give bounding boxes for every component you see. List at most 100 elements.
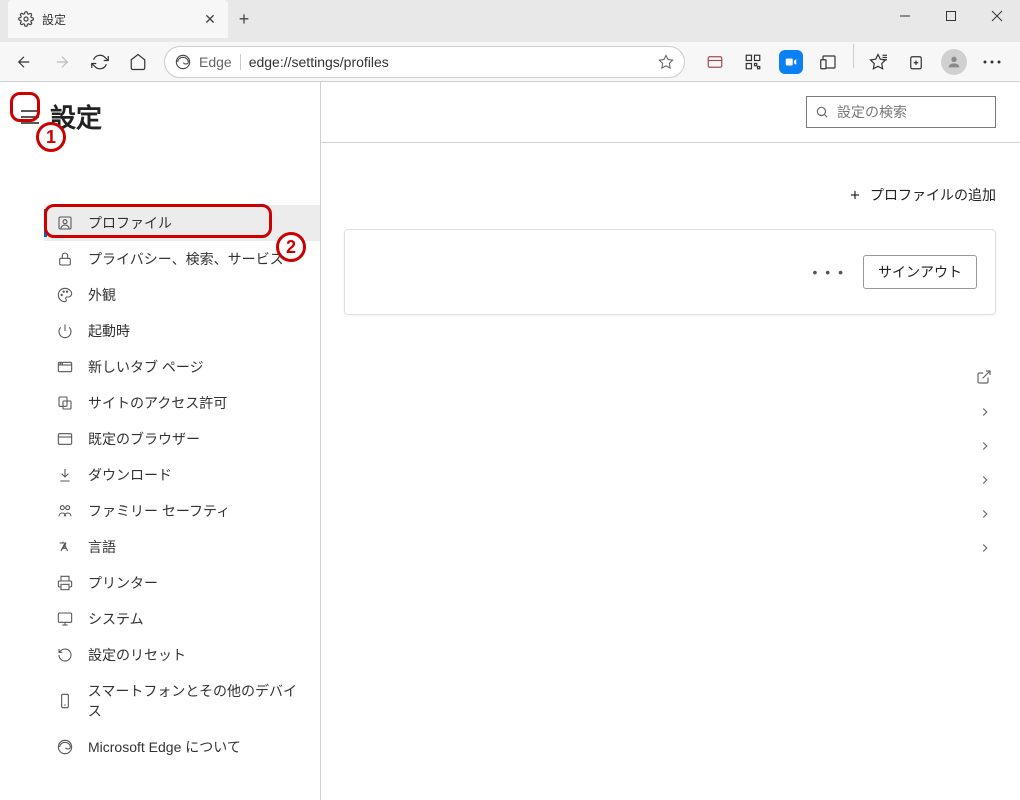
nav-label: サイトのアクセス許可 xyxy=(88,393,227,413)
power-icon xyxy=(56,322,74,340)
extension-icon-1[interactable] xyxy=(697,44,733,80)
refresh-button[interactable] xyxy=(82,44,118,80)
settings-nav: プロファイル プライバシー、検索、サービス 外観 起動時 新しいタブ ページ サ… xyxy=(0,149,320,765)
nav-label: 言語 xyxy=(88,537,116,557)
external-icon xyxy=(976,369,992,385)
zoom-extension-icon[interactable] xyxy=(773,44,809,80)
link-row[interactable] xyxy=(344,359,996,395)
divider xyxy=(853,44,854,68)
language-icon xyxy=(56,538,74,556)
chevron-right-icon xyxy=(978,507,992,521)
title-bar: 設定 ✕ + xyxy=(0,0,1020,42)
address-bar[interactable]: Edge edge://settings/profiles xyxy=(164,46,685,78)
sidebar-item-printer[interactable]: プリンター xyxy=(44,565,320,601)
link-row[interactable] xyxy=(344,531,996,565)
menu-button[interactable] xyxy=(974,44,1010,80)
nav-label: ダウンロード xyxy=(88,465,172,485)
minimize-button[interactable] xyxy=(882,0,928,32)
chevron-right-icon xyxy=(978,473,992,487)
chevron-right-icon xyxy=(978,439,992,453)
home-button[interactable] xyxy=(120,44,156,80)
link-row[interactable] xyxy=(344,429,996,463)
download-icon xyxy=(56,466,74,484)
window-controls xyxy=(882,0,1020,32)
collections-icon[interactable] xyxy=(898,44,934,80)
profile-links xyxy=(344,329,996,565)
browser-icon xyxy=(56,430,74,448)
page-title: 設定 xyxy=(50,98,102,135)
sidebar-item-newtab[interactable]: 新しいタブ ページ xyxy=(44,349,320,385)
nav-label: スマートフォンとその他のデバイス xyxy=(88,681,308,721)
add-profile-label: プロファイルの追加 xyxy=(870,185,996,205)
nav-label: 外観 xyxy=(88,285,116,305)
nav-label: プライバシー、検索、サービス xyxy=(88,249,284,269)
chevron-right-icon xyxy=(978,541,992,555)
browser-tab[interactable]: 設定 ✕ xyxy=(8,0,228,38)
search-placeholder: 設定の検索 xyxy=(837,102,907,122)
new-tab-button[interactable]: + xyxy=(228,0,260,38)
nav-label: Microsoft Edge について xyxy=(88,737,241,757)
browser-toolbar: Edge edge://settings/profiles xyxy=(0,42,1020,82)
nav-label: プロファイル xyxy=(88,213,172,233)
lock-icon xyxy=(56,250,74,268)
screenshot-icon[interactable] xyxy=(811,44,847,80)
chevron-right-icon xyxy=(978,405,992,419)
link-row[interactable] xyxy=(344,463,996,497)
forward-button[interactable] xyxy=(44,44,80,80)
nav-label: ファミリー セーフティ xyxy=(88,501,230,521)
sidebar-item-downloads[interactable]: ダウンロード xyxy=(44,457,320,493)
settings-main: 設定の検索 プロファイルの追加 • • • サインアウト xyxy=(320,82,1020,800)
tab-icon xyxy=(56,358,74,376)
address-url: edge://settings/profiles xyxy=(249,54,650,70)
nav-label: システム xyxy=(88,609,144,629)
divider xyxy=(320,82,321,800)
sidebar-item-reset[interactable]: 設定のリセット xyxy=(44,637,320,673)
link-row[interactable] xyxy=(344,497,996,531)
nav-label: プリンター xyxy=(88,573,158,593)
qr-icon[interactable] xyxy=(735,44,771,80)
profile-card: • • • サインアウト xyxy=(344,229,996,315)
palette-icon xyxy=(56,286,74,304)
divider xyxy=(320,142,1020,143)
sidebar-item-startup[interactable]: 起動時 xyxy=(44,313,320,349)
profile-avatar[interactable] xyxy=(936,44,972,80)
edge-logo-icon xyxy=(175,54,191,70)
settings-search-input[interactable]: 設定の検索 xyxy=(806,96,996,128)
search-icon xyxy=(815,105,829,119)
sidebar-item-about[interactable]: Microsoft Edge について xyxy=(44,729,320,765)
add-profile-button[interactable]: プロファイルの追加 xyxy=(344,157,996,215)
reset-icon xyxy=(56,646,74,664)
close-tab-icon[interactable]: ✕ xyxy=(202,11,218,27)
signout-button[interactable]: サインアウト xyxy=(863,255,977,289)
sidebar-item-phone[interactable]: スマートフォンとその他のデバイス xyxy=(44,673,320,729)
sidebar-item-language[interactable]: 言語 xyxy=(44,529,320,565)
phone-icon xyxy=(56,692,74,710)
sidebar-item-permissions[interactable]: サイトのアクセス許可 xyxy=(44,385,320,421)
favorites-icon[interactable] xyxy=(860,44,896,80)
printer-icon xyxy=(56,574,74,592)
maximize-button[interactable] xyxy=(928,0,974,32)
link-row[interactable] xyxy=(344,395,996,429)
sidebar-item-family[interactable]: ファミリー セーフティ xyxy=(44,493,320,529)
system-icon xyxy=(56,610,74,628)
sidebar-item-system[interactable]: システム xyxy=(44,601,320,637)
extension-area xyxy=(693,44,1014,80)
more-options-button[interactable]: • • • xyxy=(813,264,845,280)
back-button[interactable] xyxy=(6,44,42,80)
settings-sidebar: 設定 プロファイル プライバシー、検索、サービス 外観 起動時 新しいタブ ペー… xyxy=(0,82,320,800)
hamburger-button[interactable] xyxy=(16,103,44,131)
sidebar-item-default-browser[interactable]: 既定のブラウザー xyxy=(44,421,320,457)
sidebar-item-appearance[interactable]: 外観 xyxy=(44,277,320,313)
sidebar-item-privacy[interactable]: プライバシー、検索、サービス xyxy=(44,241,320,277)
settings-content: 設定 プロファイル プライバシー、検索、サービス 外観 起動時 新しいタブ ペー… xyxy=(0,82,1020,800)
address-prefix: Edge xyxy=(199,54,241,70)
sidebar-item-profile[interactable]: プロファイル xyxy=(44,205,320,241)
tab-title: 設定 xyxy=(42,11,194,28)
family-icon xyxy=(56,502,74,520)
close-window-button[interactable] xyxy=(974,0,1020,32)
edge-icon xyxy=(56,738,74,756)
nav-label: 設定のリセット xyxy=(88,645,186,665)
gear-icon xyxy=(18,11,34,27)
favorite-icon[interactable] xyxy=(658,54,674,70)
permissions-icon xyxy=(56,394,74,412)
